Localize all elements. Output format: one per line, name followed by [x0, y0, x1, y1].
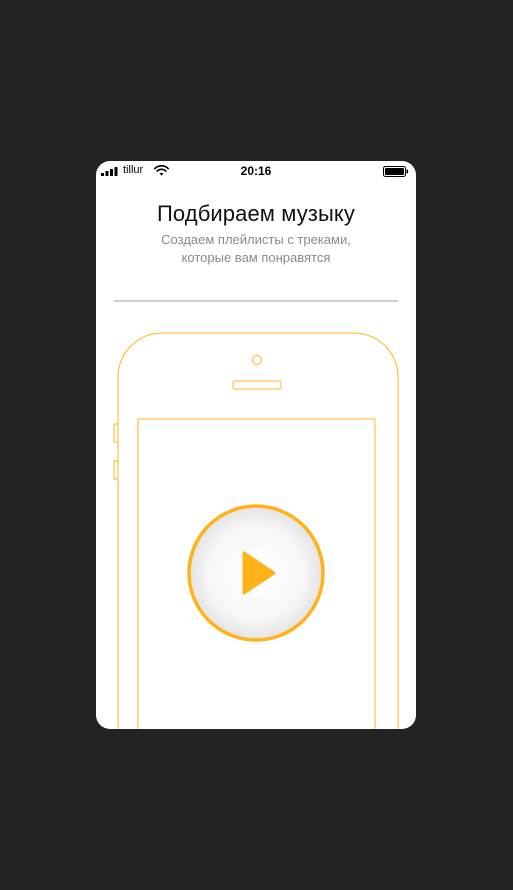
phone-camera-outline [252, 355, 262, 365]
page-title: Подбираем музыку [157, 201, 355, 226]
onboarding-screen: tillur 20:16 Подбираем музыку Создаем пл… [96, 161, 416, 729]
phone-volume-up-outline [113, 423, 119, 443]
status-bar: tillur 20:16 [96, 161, 416, 181]
page-subtitle: Создаем плейлисты с треками, которые вам… [161, 232, 351, 265]
phone-speaker-outline [232, 380, 282, 390]
status-time: 20:16 [240, 164, 272, 178]
phone-volume-down-outline [113, 460, 119, 480]
battery-icon [383, 166, 409, 177]
divider [114, 300, 398, 302]
play-icon [187, 504, 325, 642]
play-button[interactable] [186, 503, 326, 643]
